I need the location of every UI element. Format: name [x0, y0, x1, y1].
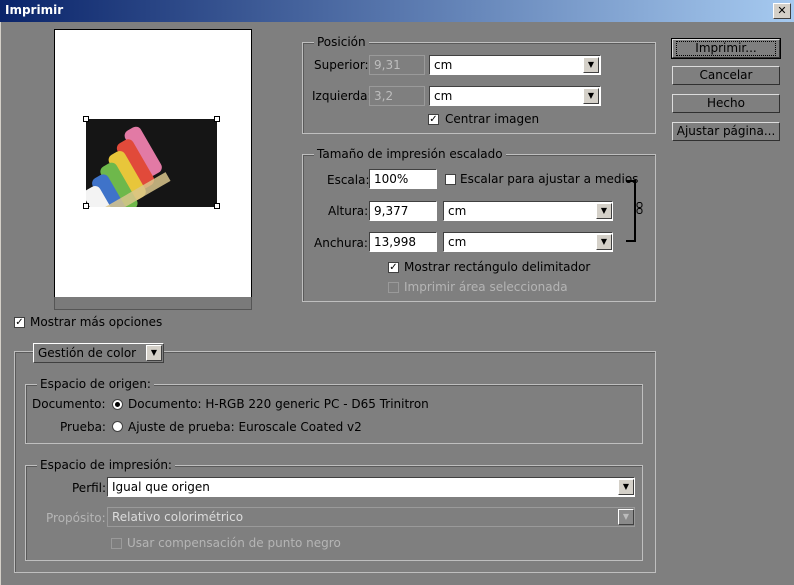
top-label: Superior:	[314, 58, 369, 72]
options-select[interactable]: Gestión de color	[33, 343, 164, 363]
resize-handle-tr[interactable]	[214, 116, 220, 122]
options-select-value: Gestión de color	[38, 346, 137, 360]
left-label: Izquierda:	[312, 89, 372, 103]
left-unit-value: cm	[434, 89, 453, 103]
profile-select-value: Igual que origen	[112, 480, 210, 494]
height-unit-select[interactable]: cm	[443, 201, 613, 221]
cancel-button[interactable]: Cancelar	[672, 66, 780, 85]
print-selected-label: Imprimir área seleccionada	[404, 280, 568, 294]
top-unit-select[interactable]: cm	[429, 55, 601, 75]
intent-select-value: Relativo colorimétrico	[112, 510, 244, 524]
proof-radio[interactable]	[112, 421, 123, 432]
done-button[interactable]: Hecho	[672, 94, 780, 113]
document-radio[interactable]	[112, 399, 123, 410]
width-label: Anchura:	[314, 236, 368, 250]
dropdown-arrow-icon[interactable]: ▼	[146, 345, 162, 361]
fit-media-checkbox[interactable]	[445, 174, 456, 185]
top-input[interactable]: 9,31	[369, 55, 425, 75]
scaled-size-legend: Tamaño de impresión escalado	[314, 147, 506, 161]
preview-shadow	[54, 297, 252, 310]
title-bar	[0, 0, 794, 22]
fit-media-label[interactable]: Escalar para ajustar a medios	[460, 172, 638, 186]
bounding-box-label[interactable]: Mostrar rectángulo delimitador	[404, 260, 590, 274]
document-option-label[interactable]: Documento: H-RGB 220 generic PC - D65 Tr…	[128, 397, 429, 411]
scale-label: Escala:	[327, 173, 370, 187]
profile-label: Perfil:	[72, 481, 107, 495]
source-space-legend: Espacio de origen:	[37, 377, 154, 391]
dropdown-arrow-icon[interactable]: ▼	[596, 203, 612, 219]
height-label: Altura:	[328, 204, 369, 218]
resize-handle-br[interactable]	[214, 203, 220, 209]
profile-select[interactable]: Igual que origen	[107, 477, 635, 497]
print-button-label: Imprimir...	[676, 41, 776, 56]
scale-input[interactable]: 100%	[369, 169, 437, 189]
print-space-legend: Espacio de impresión:	[37, 458, 175, 472]
dropdown-arrow-icon[interactable]: ▼	[596, 234, 612, 250]
width-input[interactable]: 13,998	[369, 232, 437, 252]
close-button[interactable]: ✕	[773, 3, 791, 19]
more-options-checkbox[interactable]: ✓	[14, 317, 25, 328]
left-unit-select[interactable]: cm	[429, 86, 601, 106]
black-point-label: Usar compensación de punto negro	[127, 536, 341, 550]
resize-handle-bl[interactable]	[83, 203, 89, 209]
position-legend: Posición	[314, 35, 369, 49]
source-space-group	[25, 384, 643, 444]
proof-label: Prueba:	[60, 420, 106, 434]
height-input[interactable]: 9,377	[369, 201, 437, 221]
intent-select: Relativo colorimétrico	[107, 507, 635, 527]
window-title: Imprimir	[5, 3, 64, 17]
bounding-box-checkbox[interactable]: ✓	[388, 262, 399, 273]
dropdown-arrow-icon[interactable]: ▼	[618, 479, 634, 495]
resize-handle-tl[interactable]	[83, 116, 89, 122]
more-options-label[interactable]: Mostrar más opciones	[30, 315, 162, 329]
center-image-checkbox[interactable]: ✓	[428, 114, 439, 125]
proportion-bracket	[626, 180, 636, 242]
dropdown-arrow-icon[interactable]: ▼	[583, 57, 599, 73]
chain-link-icon[interactable]	[636, 202, 643, 217]
page-setup-button[interactable]: Ajustar página...	[672, 122, 780, 141]
top-unit-value: cm	[434, 58, 453, 72]
left-input[interactable]: 3,2	[369, 86, 425, 106]
preview-image[interactable]	[86, 119, 217, 207]
print-button[interactable]: Imprimir...	[671, 38, 781, 59]
document-label: Documento:	[32, 397, 106, 411]
proof-option-label[interactable]: Ajuste de prueba: Euroscale Coated v2	[128, 420, 362, 434]
width-unit-select[interactable]: cm	[443, 232, 613, 252]
width-unit-value: cm	[448, 235, 467, 249]
height-unit-value: cm	[448, 204, 467, 218]
dropdown-arrow-icon[interactable]: ▼	[583, 88, 599, 104]
center-image-label[interactable]: Centrar imagen	[445, 112, 539, 126]
dropdown-arrow-icon: ▼	[618, 509, 634, 525]
black-point-checkbox	[111, 538, 122, 549]
intent-label: Propósito:	[46, 511, 106, 525]
print-selected-checkbox	[388, 282, 399, 293]
